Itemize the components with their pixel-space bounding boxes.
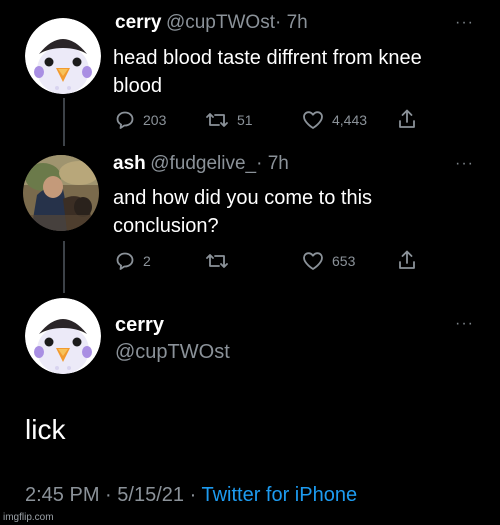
- avatar-ash[interactable]: [23, 155, 99, 231]
- tweet1-text-line2: blood: [113, 75, 162, 97]
- tweet1-time: · 7h: [274, 12, 308, 33]
- tweet1-text-line1: head blood taste diffrent from knee: [113, 47, 422, 69]
- tweet1-text: head blood taste diffrent from knee bloo…: [113, 44, 422, 100]
- tweet2-handle[interactable]: @fudgelive_: [150, 153, 256, 174]
- tweet2-time: · 7h: [256, 153, 289, 174]
- main-handle[interactable]: @cupTWOst: [115, 341, 230, 364]
- main-tweet-text: lick: [25, 414, 66, 445]
- tweet2-text-line2: conclusion?: [113, 215, 219, 237]
- more-icon[interactable]: ···: [455, 155, 474, 173]
- tweet2-text: and how did you come to this conclusion?: [113, 184, 372, 240]
- reply-icon: [116, 252, 134, 270]
- meta-separator: ·: [105, 484, 112, 506]
- tweet2-name[interactable]: ash: [113, 153, 146, 174]
- tweet2-reply-count: 2: [143, 253, 151, 269]
- thread-line-1: [63, 98, 65, 146]
- retweet-icon: [206, 254, 228, 268]
- main-tweet-meta: 2:45 PM · 5/15/21 · Twitter for iPhone: [25, 484, 357, 507]
- reply-icon: [116, 111, 134, 129]
- like-icon: [303, 111, 323, 129]
- tweet1-handle[interactable]: @cupTWOst: [166, 12, 275, 33]
- main-date[interactable]: 5/15/21: [117, 484, 184, 506]
- main-source[interactable]: Twitter for iPhone: [201, 484, 357, 506]
- tweet1-reply-count: 203: [143, 112, 167, 128]
- tweet1-like-count: 4,443: [332, 112, 368, 128]
- tweet2-text-line1: and how did you come to this: [113, 187, 373, 209]
- tweet1-retweet-count: 51: [237, 112, 253, 128]
- tweet2-like-button[interactable]: 653: [302, 251, 355, 271]
- main-name[interactable]: cerry: [115, 314, 164, 337]
- share-icon: [399, 109, 415, 128]
- tweet2-share-button[interactable]: [397, 249, 425, 271]
- avatar-cerry-main[interactable]: [25, 298, 101, 374]
- more-icon[interactable]: ···: [455, 315, 474, 333]
- avatar-cerry[interactable]: [25, 18, 101, 94]
- tweet1-name[interactable]: cerry: [115, 12, 162, 33]
- tweet2-reply-button[interactable]: 2: [115, 251, 151, 271]
- more-icon[interactable]: ···: [455, 14, 474, 32]
- retweet-icon: [206, 113, 228, 127]
- share-icon: [399, 250, 415, 269]
- meta-separator: ·: [189, 484, 197, 506]
- tweet2-retweet-button[interactable]: [205, 251, 237, 271]
- tweet1-like-button[interactable]: 4,443: [302, 110, 367, 130]
- watermark: imgflip.com: [3, 512, 54, 523]
- tweet2-like-count: 653: [332, 253, 356, 269]
- like-icon: [303, 252, 323, 270]
- tweet1-retweet-button[interactable]: 51: [205, 110, 253, 130]
- tweet1-reply-button[interactable]: 203: [115, 110, 166, 130]
- tweet1-share-button[interactable]: [397, 108, 425, 130]
- thread-line-2: [63, 241, 65, 293]
- main-time: 2:45 PM: [25, 484, 100, 506]
